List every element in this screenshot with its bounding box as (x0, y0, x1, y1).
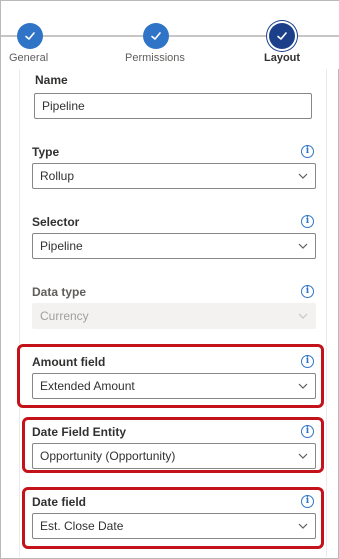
form-panel: Name Pipeline Type i Rollup Selector i P… (17, 69, 327, 557)
date-field-entity-dropdown-value: Opportunity (Opportunity) (40, 449, 176, 463)
info-icon[interactable]: i (301, 425, 314, 438)
name-input-value: Pipeline (42, 99, 85, 113)
stepper-line (169, 35, 269, 37)
selector-dropdown[interactable]: Pipeline (32, 233, 316, 259)
info-icon[interactable]: i (301, 355, 314, 368)
date-field-label: Date field (32, 495, 87, 509)
chevron-down-icon (298, 383, 308, 389)
chevron-down-icon (298, 173, 308, 179)
step-general[interactable] (17, 23, 43, 49)
chevron-down-icon (298, 523, 308, 529)
info-icon[interactable]: i (301, 495, 314, 508)
info-icon[interactable]: i (301, 145, 314, 158)
selector-dropdown-value: Pipeline (40, 239, 83, 253)
stepper-line (41, 35, 143, 37)
info-icon[interactable]: i (301, 215, 314, 228)
step-layout[interactable] (269, 23, 295, 49)
window-frame: General Permissions Layout Name Pipeline… (0, 0, 339, 559)
chevron-down-icon (298, 453, 308, 459)
selector-label: Selector (32, 215, 80, 229)
stepper-line (295, 35, 339, 37)
type-dropdown[interactable]: Rollup (32, 163, 316, 189)
data-type-label: Data type (32, 285, 87, 299)
step-label-permissions: Permissions (125, 52, 185, 64)
checkmark-icon (277, 32, 287, 40)
type-dropdown-value: Rollup (40, 169, 75, 183)
progress-stepper: General Permissions Layout (1, 1, 339, 69)
checkmark-icon (25, 32, 35, 40)
checkmark-icon (151, 32, 161, 40)
data-type-dropdown: Currency (32, 303, 316, 329)
date-field-dropdown[interactable]: Est. Close Date (32, 513, 316, 539)
date-field-dropdown-value: Est. Close Date (40, 519, 124, 533)
type-label: Type (32, 145, 60, 159)
name-label: Name (35, 73, 68, 87)
amount-field-dropdown[interactable]: Extended Amount (32, 373, 316, 399)
info-icon[interactable]: i (301, 285, 314, 298)
date-field-entity-label: Date Field Entity (32, 425, 127, 439)
amount-field-label: Amount field (32, 355, 106, 369)
date-field-entity-dropdown[interactable]: Opportunity (Opportunity) (32, 443, 316, 469)
name-input[interactable]: Pipeline (34, 93, 312, 119)
amount-field-dropdown-value: Extended Amount (40, 379, 135, 393)
step-permissions[interactable] (143, 23, 169, 49)
data-type-dropdown-value: Currency (40, 309, 89, 323)
chevron-down-icon (298, 243, 308, 249)
step-label-general: General (9, 52, 49, 64)
step-label-layout: Layout (264, 52, 301, 64)
chevron-down-icon (298, 313, 308, 319)
